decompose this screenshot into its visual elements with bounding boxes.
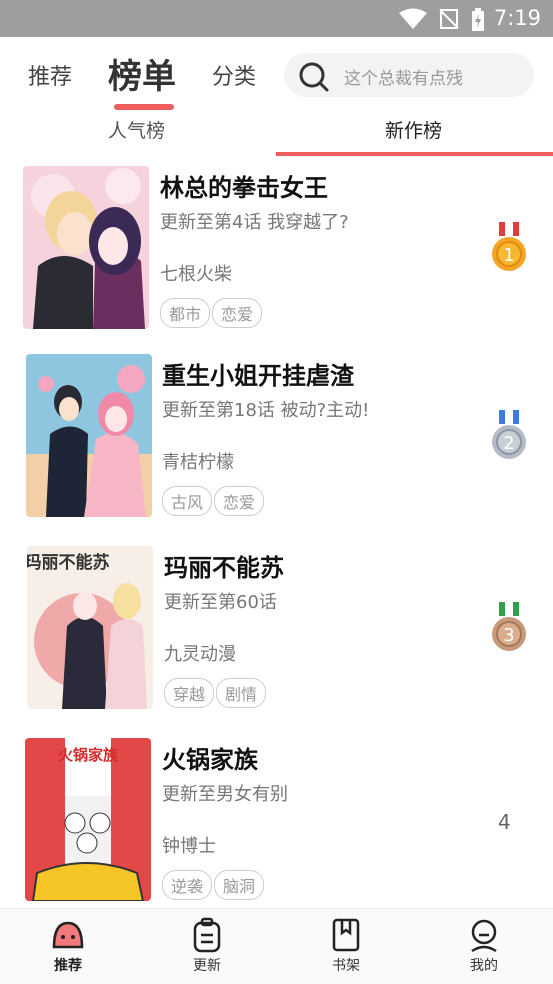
- tag: 逆袭: [162, 870, 213, 900]
- book-author: 九灵动漫: [164, 644, 236, 665]
- tag: 脑洞: [214, 870, 265, 900]
- list-item[interactable]: 玛丽不能苏 玛丽不能苏 更新至第60话 九灵动漫 穿越 剧情 3: [0, 538, 553, 726]
- battery-icon: [472, 8, 484, 31]
- tag-list: 古风 恋爱: [162, 486, 266, 516]
- cover-title-text: 火锅家族: [58, 746, 119, 764]
- cover-image[interactable]: 玛丽不能苏: [27, 546, 153, 709]
- list-item[interactable]: 火锅家族 火锅家族 更新至男女有别 钟博士 逆袭 脑洞 4: [0, 730, 553, 918]
- tag-list: 穿越 剧情: [164, 678, 268, 708]
- bottom-nav-updates[interactable]: 更新: [167, 909, 247, 984]
- tag: 都市: [160, 298, 211, 328]
- book-title: 火锅家族: [162, 746, 258, 774]
- tag: 恋爱: [212, 298, 263, 328]
- bottom-nav-label: 我的: [470, 958, 498, 974]
- ranking-sub-tabs: 人气榜 新作榜: [0, 110, 553, 158]
- cover-image[interactable]: [26, 354, 152, 517]
- cover-image[interactable]: 火锅家族: [25, 738, 151, 901]
- search-icon: [299, 62, 329, 92]
- bronze-medal-icon: 3: [492, 602, 526, 651]
- tag: 恋爱: [214, 486, 265, 516]
- book-title: 林总的拳击女王: [160, 174, 328, 202]
- home-icon: [52, 921, 84, 949]
- tab-recommend[interactable]: 推荐: [28, 59, 72, 91]
- list-item[interactable]: 林总的拳击女王 更新至第4话 我穿越了? 七根火柴 都市 恋爱 1: [0, 158, 553, 346]
- bookshelf-icon: [332, 918, 360, 952]
- silver-medal-icon: 2: [492, 410, 526, 459]
- tab-category[interactable]: 分类: [212, 59, 256, 91]
- bottom-nav-profile[interactable]: 我的: [444, 909, 524, 984]
- updates-icon: [193, 917, 221, 953]
- no-signal-icon: [439, 9, 459, 29]
- search-placeholder: 这个总裁有点残: [344, 69, 463, 89]
- search-bar[interactable]: 这个总裁有点残: [284, 53, 534, 97]
- book-author: 青桔柠檬: [162, 452, 234, 473]
- tag: 古风: [162, 486, 213, 516]
- bottom-nav-label: 更新: [193, 958, 221, 974]
- book-title: 玛丽不能苏: [164, 554, 284, 582]
- top-nav: 推荐 榜单 分类 这个总裁有点残: [0, 37, 553, 110]
- medal-rank: 1: [503, 245, 514, 266]
- medal-rank: 2: [503, 433, 514, 454]
- bottom-nav-label: 推荐: [54, 958, 82, 974]
- tag-list: 都市 恋爱: [160, 298, 264, 328]
- book-title: 重生小姐开挂虐渣: [162, 362, 354, 390]
- rank-number: 4: [498, 810, 511, 834]
- book-update: 更新至第4话 我穿越了?: [160, 212, 349, 233]
- bottom-nav-bookshelf[interactable]: 书架: [306, 909, 386, 984]
- profile-icon: [471, 919, 497, 953]
- tag: 剧情: [216, 678, 267, 708]
- tab-ranking[interactable]: 榜单: [108, 49, 176, 98]
- status-bar: 7:19: [0, 0, 553, 37]
- tag-list: 逆袭 脑洞: [162, 870, 266, 900]
- gold-medal-icon: 1: [492, 222, 526, 271]
- tab-popular[interactable]: 人气榜: [108, 116, 165, 143]
- tag: 穿越: [164, 678, 215, 708]
- book-update: 更新至男女有别: [162, 784, 288, 805]
- wifi-icon: [399, 8, 427, 29]
- status-time: 7:19: [493, 6, 541, 30]
- bottom-nav-label: 书架: [332, 958, 360, 974]
- book-author: 七根火柴: [160, 264, 232, 285]
- cover-image[interactable]: [23, 166, 149, 329]
- book-update: 更新至第18话 被动?主动!: [162, 400, 370, 421]
- bottom-nav: 推荐 更新 书架 我的: [0, 908, 553, 984]
- bottom-nav-recommend[interactable]: 推荐: [28, 909, 108, 984]
- book-author: 钟博士: [162, 836, 216, 857]
- book-update: 更新至第60话: [164, 592, 277, 613]
- list-item[interactable]: 重生小姐开挂虐渣 更新至第18话 被动?主动! 青桔柠檬 古风 恋爱 2: [0, 346, 553, 534]
- cover-title-text: 玛丽不能苏: [27, 552, 110, 573]
- medal-rank: 3: [503, 625, 514, 646]
- sub-tab-indicator: [276, 152, 553, 156]
- tab-new-works[interactable]: 新作榜: [385, 116, 442, 143]
